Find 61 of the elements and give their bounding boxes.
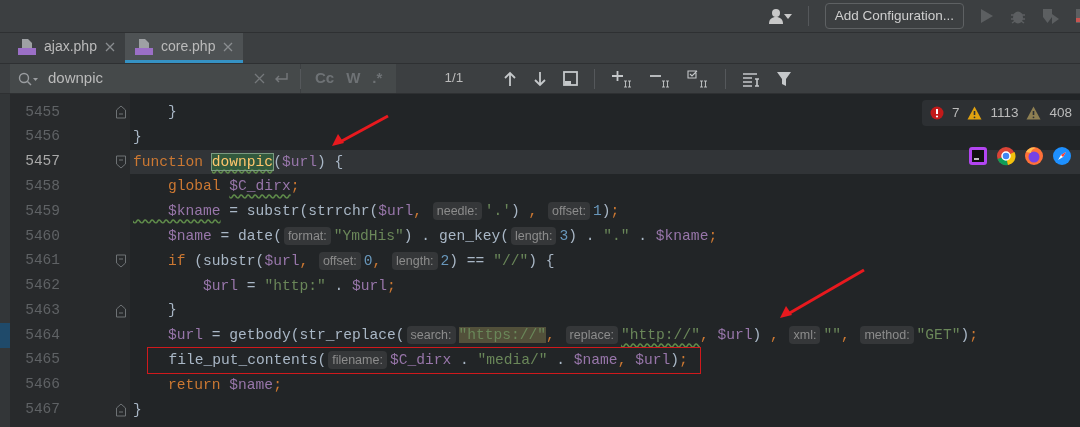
problem-count: 408 (1049, 104, 1072, 122)
code-line: if (substr($url, offset: 0, length: 2) == "//") { (167, 250, 555, 272)
line-number: 5459 (24, 201, 60, 221)
fold-icon[interactable] (115, 155, 127, 169)
fold-icon[interactable] (115, 254, 127, 269)
search-input[interactable]: downpic (46, 66, 246, 91)
select-all-icon[interactable] (687, 69, 710, 88)
line-number: 5461 (24, 251, 60, 271)
search-field[interactable]: downpic (10, 64, 300, 93)
code-line: function downpic($url) { (132, 152, 344, 172)
php-file-icon (18, 37, 36, 56)
line-number: 5463 (24, 300, 60, 320)
php-file-icon (134, 37, 153, 56)
line-number: 5464 (24, 325, 60, 345)
line-number: 5455 (24, 102, 60, 122)
code-line: } (132, 127, 142, 147)
problem-count: 7 (951, 104, 960, 122)
fold-icon[interactable] (115, 402, 127, 417)
toolbar-edge-icon[interactable] (1076, 8, 1080, 24)
line-number: 5462 (24, 276, 60, 296)
code-line: } (167, 301, 177, 321)
add-configuration-button[interactable]: Add Configuration... (824, 2, 964, 30)
code-line: file_put_contents( filename: $C_dirx . "media/" . $name, $url); (167, 349, 688, 371)
match-count: 1/1 (444, 69, 464, 88)
line-number: 5467 (24, 400, 60, 420)
close-icon[interactable] (104, 41, 115, 52)
line-number: 5456 (24, 127, 60, 147)
down-arrow-icon[interactable] (533, 70, 548, 87)
text-lines-icon[interactable] (742, 70, 761, 87)
code-line: $name = date( format: "YmdHis") . gen_key( length: 3) . "." . $kname; (167, 225, 718, 247)
problem-count: 1113 (990, 104, 1019, 122)
line-number: 5457 (24, 152, 60, 172)
warning-icon[interactable] (967, 106, 983, 121)
code-line: global $C_dirx; (167, 177, 300, 197)
warning-icon[interactable] (1026, 106, 1042, 121)
fold-icon[interactable] (115, 105, 127, 120)
line-number: 5465 (24, 350, 60, 370)
fold-icon[interactable] (115, 303, 127, 318)
caret-icon[interactable] (783, 13, 792, 19)
search-icon[interactable] (18, 71, 38, 86)
browser-icon[interactable] (1024, 146, 1044, 166)
window-icon[interactable] (563, 71, 579, 86)
file-tab[interactable]: core.php (124, 33, 244, 63)
line-number: 5460 (24, 226, 60, 246)
compass-icon[interactable] (1052, 146, 1072, 166)
filter-icon[interactable] (776, 70, 793, 87)
add-occurrence-icon[interactable] (611, 69, 634, 88)
file-tab[interactable]: ajax.php (8, 33, 125, 63)
code-line: $url = "http:" . $url; (202, 276, 396, 296)
ide-icon[interactable] (968, 146, 988, 166)
line-number: 5466 (24, 375, 60, 395)
code-line: return $name; (167, 375, 282, 395)
code-line: } (132, 400, 142, 420)
user-icon[interactable] (767, 8, 784, 24)
annotation-arrow (330, 114, 390, 148)
code-line: } (167, 103, 177, 122)
code-line: $kname = substr(strrchr($url, needle: '.') , offset: 1); (167, 201, 620, 223)
line-number: 5458 (24, 176, 60, 196)
error-icon[interactable] (929, 106, 944, 121)
browser-icon[interactable] (996, 146, 1016, 166)
up-arrow-icon[interactable] (503, 70, 518, 87)
